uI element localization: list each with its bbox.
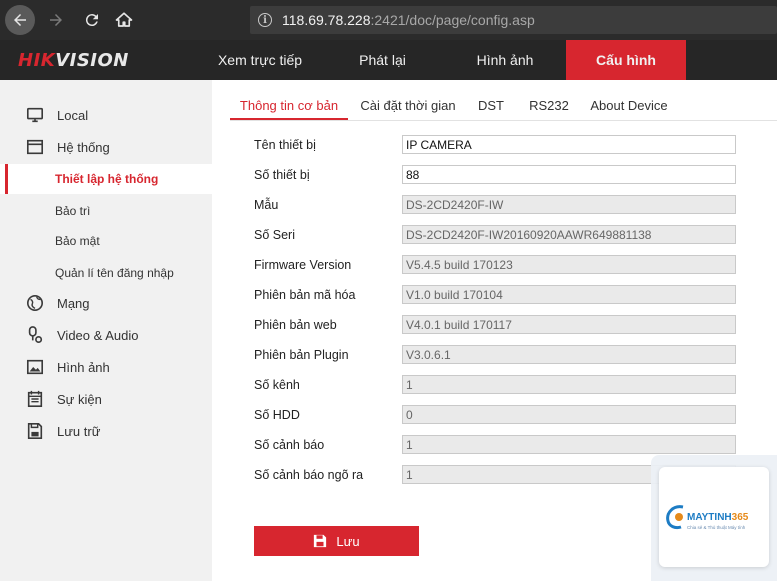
- hdd-label: Số HDD: [254, 408, 300, 422]
- save-icon: [314, 534, 327, 548]
- sidebar-item-security[interactable]: Bảo mật: [0, 226, 212, 256]
- menu-picture[interactable]: Hình ảnh: [455, 40, 555, 80]
- tab-about-device[interactable]: About Device: [589, 94, 669, 120]
- sidebar-item-system[interactable]: Hệ thống: [0, 132, 212, 162]
- sidebar-item-network[interactable]: Mạng: [0, 288, 212, 318]
- alarm-input-field: [402, 435, 736, 454]
- arrow-left-icon: [14, 14, 26, 26]
- home-icon: [115, 12, 133, 27]
- device-no-label: Số thiết bị: [254, 168, 310, 182]
- firmware-label: Firmware Version: [254, 258, 352, 272]
- save-button[interactable]: Lưu: [254, 526, 419, 556]
- encoding-version-label: Phiên bản mã hóa: [254, 288, 356, 302]
- menu-live-view[interactable]: Xem trực tiếp: [205, 40, 315, 80]
- serial-label: Số Seri: [254, 228, 295, 242]
- image-icon: [25, 357, 45, 377]
- arrow-right-icon: [50, 14, 62, 26]
- sidebar-item-image[interactable]: Hình ảnh: [0, 352, 212, 382]
- address-bar[interactable]: i 118.69.78.228:2421/doc/page/config.asp: [250, 6, 777, 34]
- disk-icon: [25, 421, 45, 441]
- info-icon[interactable]: i: [258, 13, 272, 27]
- plugin-version-label: Phiên bản Plugin: [254, 348, 349, 362]
- sidebar-item-events[interactable]: Sự kiện: [0, 384, 212, 414]
- window-icon: [25, 137, 45, 157]
- web-version-field: [402, 315, 736, 334]
- menu-configuration[interactable]: Cấu hình: [566, 40, 686, 80]
- home-button[interactable]: [109, 5, 139, 35]
- alarm-input-label: Số cảnh báo: [254, 438, 325, 452]
- sidebar: Local Hệ thống Thiết lập hệ thống Bảo tr…: [0, 80, 212, 581]
- firmware-field: [402, 255, 736, 274]
- sidebar-item-storage[interactable]: Lưu trữ: [0, 416, 212, 446]
- watermark-logo-icon: [666, 505, 684, 530]
- model-label: Mẫu: [254, 198, 279, 212]
- watermark: MAYTINH365 Chia sẻ & Thủ thuật Máy tính: [651, 455, 777, 581]
- tab-dst[interactable]: DST: [474, 94, 508, 120]
- reload-icon: [85, 14, 98, 27]
- sidebar-item-maintenance[interactable]: Bảo trì: [0, 196, 212, 226]
- tab-basic-info[interactable]: Thông tin cơ bản: [230, 94, 348, 120]
- channels-field: [402, 375, 736, 394]
- tab-divider: [230, 120, 777, 121]
- save-button-label: Lưu: [336, 533, 360, 549]
- device-no-input[interactable]: [402, 165, 736, 184]
- app-header: HIKVISION Xem trực tiếp Phát lại Hình ản…: [0, 40, 777, 80]
- globe-icon: [25, 293, 45, 313]
- sidebar-item-user-management[interactable]: Quản lí tên đăng nhập: [0, 258, 212, 288]
- alarm-output-label: Số cảnh báo ngõ ra: [254, 468, 364, 482]
- sidebar-item-local[interactable]: Local: [0, 100, 212, 130]
- encoding-version-field: [402, 285, 736, 304]
- model-field: [402, 195, 736, 214]
- hdd-field: [402, 405, 736, 424]
- tab-time-settings[interactable]: Cài đặt thời gian: [358, 94, 458, 120]
- url-path: :2421/doc/page/config.asp: [370, 12, 535, 28]
- channels-label: Số kênh: [254, 378, 300, 392]
- tab-rs232[interactable]: RS232: [526, 94, 572, 120]
- monitor-icon: [25, 105, 45, 125]
- watermark-card: MAYTINH365 Chia sẻ & Thủ thuật Máy tính: [659, 467, 769, 567]
- device-name-input[interactable]: [402, 135, 736, 154]
- url-host: 118.69.78.228: [282, 12, 371, 28]
- mic-camera-icon: [25, 325, 45, 345]
- reload-button[interactable]: [77, 5, 107, 35]
- back-button[interactable]: [5, 5, 35, 35]
- calendar-icon: [25, 389, 45, 409]
- sidebar-item-video-audio[interactable]: Video & Audio: [0, 320, 212, 350]
- menu-playback[interactable]: Phát lại: [335, 40, 430, 80]
- plugin-version-field: [402, 345, 736, 364]
- sidebar-item-system-settings[interactable]: Thiết lập hệ thống: [0, 164, 212, 194]
- forward-button[interactable]: [41, 5, 71, 35]
- watermark-brand: MAYTINH365: [687, 512, 749, 523]
- browser-toolbar: i 118.69.78.228:2421/doc/page/config.asp: [0, 0, 777, 40]
- serial-field: [402, 225, 736, 244]
- device-name-label: Tên thiết bị: [254, 138, 316, 152]
- hikvision-logo: HIKVISION: [18, 50, 129, 71]
- web-version-label: Phiên bản web: [254, 318, 337, 332]
- watermark-tagline: Chia sẻ & Thủ thuật Máy tính: [687, 525, 746, 530]
